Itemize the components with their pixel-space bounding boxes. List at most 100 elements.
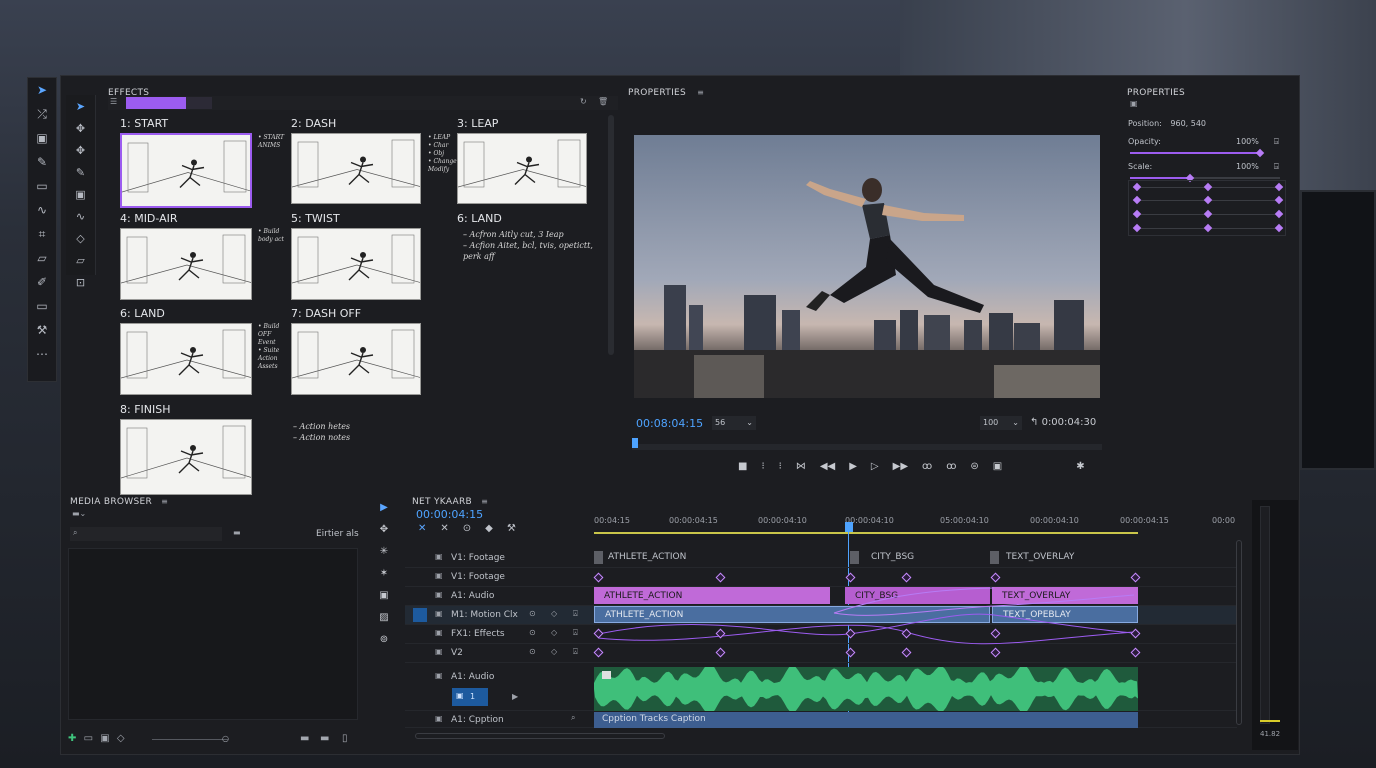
list-icon[interactable]: ☰ — [110, 97, 117, 106]
step-forward-icon[interactable]: ▷ — [871, 458, 879, 474]
storyboard-frame[interactable] — [291, 228, 421, 300]
eraser-3-icon[interactable]: ▱ — [66, 249, 95, 271]
audio-play-icon[interactable]: ▶ — [512, 692, 518, 701]
timeline-playhead-head[interactable] — [845, 522, 853, 532]
clip-label[interactable]: CITY_BSG — [871, 552, 914, 562]
delete-icon[interactable]: ▯ — [342, 733, 348, 744]
pen-tool-icon[interactable]: ✎ — [28, 150, 56, 174]
list-view-icon[interactable]: ▣ — [100, 733, 109, 744]
line-icon[interactable]: ∿ — [66, 205, 95, 227]
timeline-razor-icon[interactable]: ✳ — [372, 542, 396, 561]
play-icon[interactable]: ▶ — [849, 458, 857, 474]
viewer-playhead[interactable] — [632, 438, 638, 448]
selection-tool-icon[interactable]: ➤ — [28, 78, 56, 102]
menu-icon[interactable]: ≡ — [481, 497, 488, 506]
refresh-icon[interactable]: ↻ — [580, 97, 587, 106]
move-icon[interactable]: ✥ — [66, 117, 95, 139]
keyframe-toggle-icon[interactable]: ⍈ — [1274, 162, 1279, 172]
new-folder-icon[interactable]: ▭ — [84, 733, 93, 744]
eye-icon[interactable]: ⊙ — [529, 647, 536, 656]
marker-icon[interactable]: ⊙ — [463, 523, 471, 534]
timeline-slip-icon[interactable]: ▣ — [372, 586, 396, 605]
settings-icon[interactable]: ✱ — [1076, 458, 1084, 474]
lock-icon[interactable]: ▣ — [435, 571, 443, 580]
add-icon[interactable]: ✚ — [68, 733, 76, 744]
eye-icon[interactable]: ⊙ — [529, 628, 536, 637]
wrench-icon[interactable]: ⚒ — [28, 318, 56, 342]
lock-icon[interactable]: ▣ — [435, 552, 443, 561]
audio-clip[interactable] — [594, 667, 1138, 711]
property-keyframe-graph[interactable] — [1128, 180, 1286, 236]
brush-icon[interactable]: ✎ — [66, 161, 95, 183]
eye-icon[interactable]: ⊙ — [529, 609, 536, 618]
crop-icon[interactable]: ⌗ — [28, 222, 56, 246]
timeline-h-scrollbar[interactable] — [415, 733, 665, 739]
diamond-nav-icon[interactable]: ◇ — [551, 647, 557, 656]
trash-icon[interactable]: 🗑 — [598, 97, 608, 106]
storyboard-frame[interactable] — [120, 133, 252, 208]
scale-slider[interactable] — [1130, 173, 1280, 183]
lock-toggle-icon[interactable]: ⍓ — [573, 647, 578, 657]
storyboard-frame[interactable] — [291, 323, 421, 395]
lock-icon[interactable]: ▣ — [435, 714, 443, 723]
storyboard-frame[interactable] — [457, 133, 587, 204]
pencil-icon[interactable]: ✐ — [28, 270, 56, 294]
target-icon[interactable]: ⊡ — [66, 271, 95, 293]
curve-tool-icon[interactable]: ∿ — [28, 198, 56, 222]
opacity-slider[interactable] — [1130, 148, 1265, 158]
viewer-scrubber[interactable] — [632, 438, 1102, 450]
monitor-icon[interactable]: ▭ — [28, 294, 56, 318]
position-value[interactable]: 960, 540 — [1170, 119, 1206, 128]
caption-clip[interactable]: Cpption Tracks Caption — [594, 712, 1138, 728]
lock-icon[interactable]: ▣ — [435, 590, 443, 599]
track-target-toggle[interactable] — [413, 608, 427, 622]
tag-icon[interactable]: ◇ — [66, 227, 95, 249]
arrow-icon[interactable]: ➤ — [66, 95, 95, 117]
timeline-v-scrollbar[interactable] — [1236, 540, 1242, 725]
stop-icon[interactable]: ■ — [738, 458, 747, 474]
mark-in-icon[interactable]: ⁝ — [761, 458, 764, 474]
diamond-nav-icon[interactable]: ◇ — [551, 609, 557, 618]
keyframe-toggle-icon[interactable]: ⍈ — [1274, 137, 1279, 147]
more-icon[interactable]: ⋯ — [28, 342, 56, 366]
clip-label[interactable]: TEXT_OVERLAY — [1006, 552, 1074, 562]
viewer-image[interactable] — [634, 135, 1100, 398]
work-area-bar[interactable] — [594, 532, 1138, 534]
opacity-value[interactable]: 100% — [1236, 137, 1259, 146]
bike-2-icon[interactable]: ꝏ — [946, 458, 956, 474]
search-icon[interactable]: ⌕ — [571, 713, 575, 723]
storyboard-frame[interactable] — [120, 228, 252, 300]
timeline-ripple-icon[interactable]: ✶ — [372, 564, 396, 583]
a1-badge[interactable]: ▣ 1 — [452, 688, 488, 706]
folder-3-icon[interactable]: ▬ — [320, 733, 329, 744]
track-select-icon[interactable]: ⤮ — [28, 102, 56, 126]
frame-icon[interactable]: ▣ — [66, 183, 95, 205]
lock-toggle-icon[interactable]: ⍓ — [573, 609, 578, 619]
viewer-menu-icon[interactable]: ≡ — [697, 88, 704, 97]
diamond-nav-icon[interactable]: ◇ — [551, 628, 557, 637]
folder-dropdown-icon[interactable]: ▬⌄ — [72, 509, 86, 518]
car-icon[interactable]: ⊜ — [970, 458, 978, 474]
timeline-slide-icon[interactable]: ▨ — [372, 608, 396, 627]
link-icon[interactable]: ✕ — [440, 523, 448, 534]
zoom-dropdown[interactable]: 100 ⌄ — [980, 416, 1022, 430]
clip-label[interactable]: ATHLETE_ACTION — [608, 552, 686, 562]
mark-out-icon[interactable]: ⁝ — [779, 458, 782, 474]
lock-icon[interactable]: ▣ — [435, 609, 443, 618]
menu-icon[interactable]: ≡ — [161, 497, 168, 506]
timeline-move-icon[interactable]: ✥ — [372, 520, 396, 539]
settings-wrench-icon[interactable]: ⚒ — [507, 523, 516, 534]
scale-value[interactable]: 100% — [1236, 162, 1259, 171]
storyboard-frame[interactable] — [291, 133, 421, 204]
eraser-icon[interactable]: ▭ — [28, 174, 56, 198]
folder-icon[interactable]: ▬ — [233, 528, 241, 537]
move-2-icon[interactable]: ✥ — [66, 139, 95, 161]
storyboard-frame[interactable] — [120, 323, 252, 395]
fast-forward-icon[interactable]: ▶▶ — [893, 458, 908, 474]
keyframe-add-icon[interactable]: ◆ — [485, 523, 493, 534]
export-frame-icon[interactable]: ▣ — [993, 458, 1002, 474]
trim-icon[interactable]: ⋈ — [796, 458, 806, 474]
lock-toggle-icon[interactable]: ⍓ — [573, 628, 578, 638]
media-browser-content[interactable] — [68, 548, 358, 720]
storyboard-frame[interactable] — [120, 419, 252, 495]
